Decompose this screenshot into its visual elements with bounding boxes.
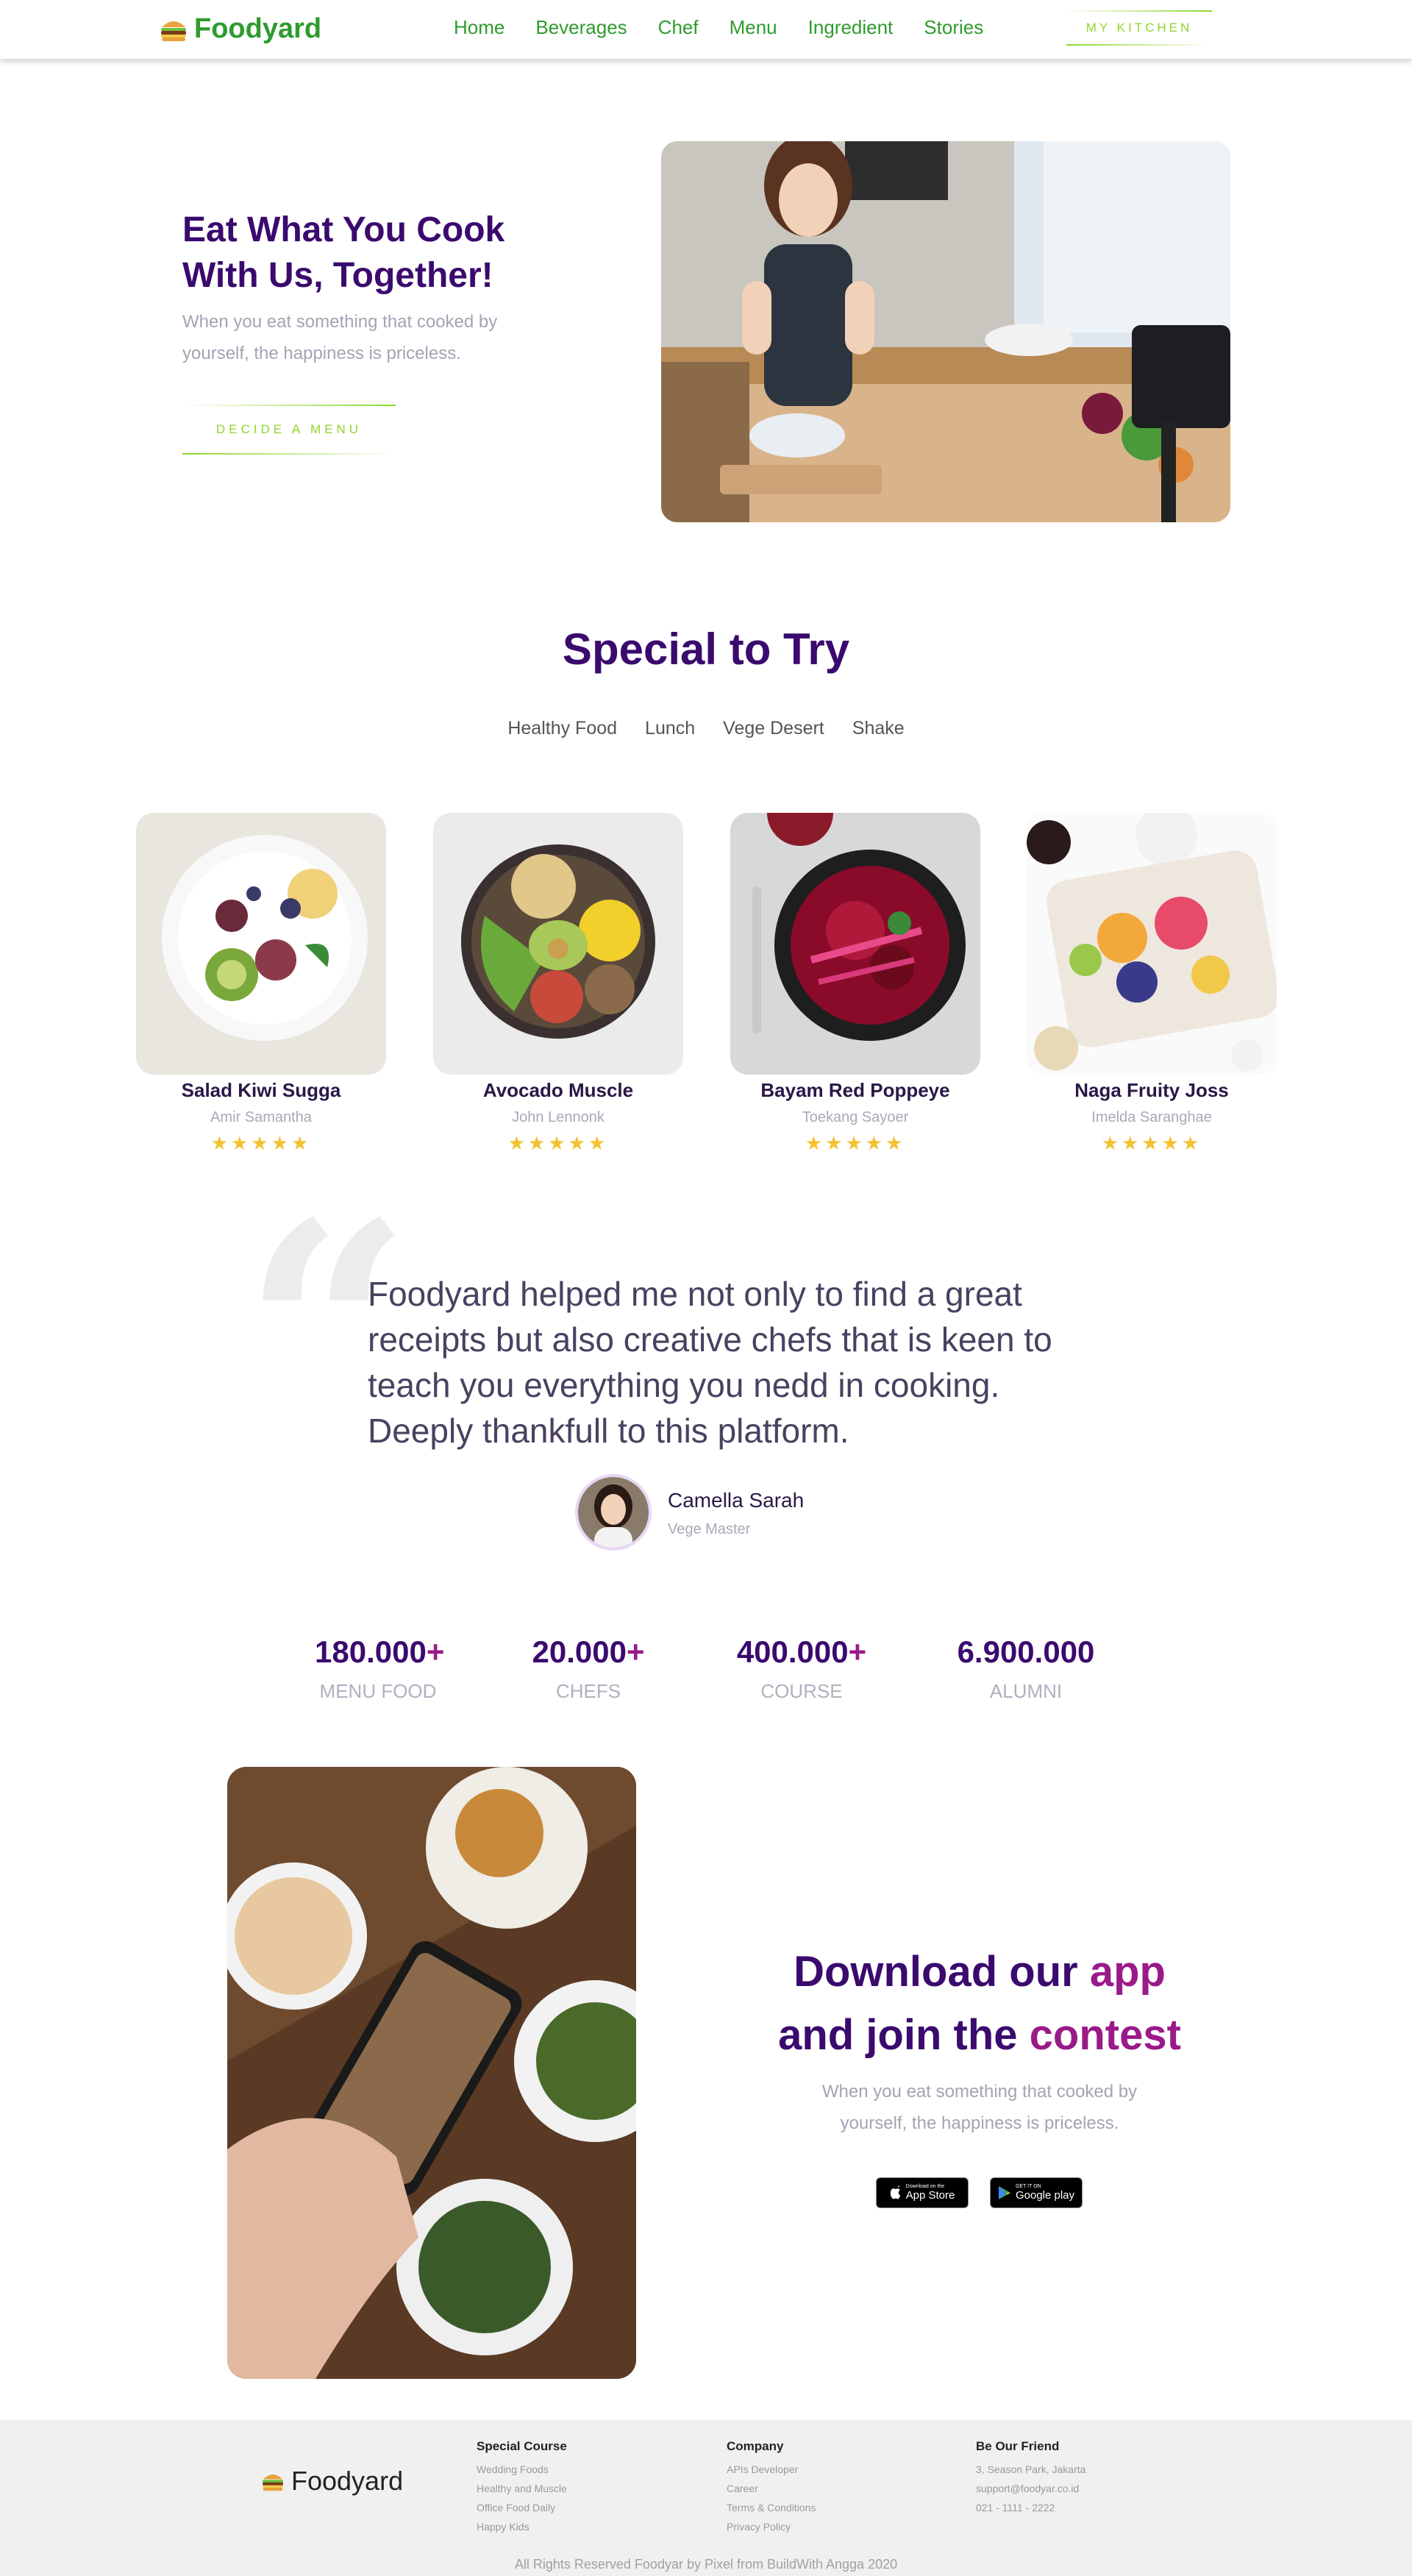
footer-link[interactable]: Happy Kids [477,2517,567,2536]
footer-column-be-our-friend: Be Our Friend 3, Season Park, Jakarta su… [976,2439,1085,2517]
hero-image [661,141,1230,522]
burger-icon [161,21,186,41]
stat-label: ALUMNI [989,1680,1063,1702]
recipe-image [1027,813,1277,1075]
google-play-button[interactable]: GET IT ON Google play [990,2177,1083,2208]
recipe-name: Naga Fruity Joss [1074,1079,1229,1101]
brand-logo[interactable]: Foodyard [159,13,321,45]
recipe-author: Imelda Saranghae [1091,1109,1212,1125]
recipe-author: Toekang Sayoer [802,1109,909,1125]
footer-column-title: Special Course [477,2439,567,2453]
recipe-author: John Lennonk [512,1109,605,1125]
stat-label: MENU FOOD [319,1680,437,1702]
stat-value: 20.000 [532,1634,627,1669]
download-title-accent: contest [1029,2011,1181,2059]
stat-menu-food: 180.000+ MENU FOOD [315,1634,444,1703]
tab-healthy-food[interactable]: Healthy Food [507,718,617,739]
recipe-author: Amir Samantha [210,1109,312,1125]
category-tabs: Healthy Food Lunch Vege Desert Shake [0,718,1412,739]
app-store-button[interactable]: Download on the App Store [876,2177,969,2208]
testimonial-author: Camella Sarah [668,1489,805,1512]
kitchen-scene-illustration [661,141,1230,522]
footer-logo[interactable]: Foodyard [260,2466,403,2497]
tab-shake[interactable]: Shake [852,718,905,739]
stat-label: CHEFS [555,1680,621,1702]
avatar [575,1474,652,1551]
footer: Foodyard Special Course Wedding Foods He… [0,2420,1412,2576]
stat-suffix: + [848,1634,867,1669]
footer-link[interactable]: Office Food Daily [477,2498,567,2517]
hero-subtitle: When you eat something that cooked by yo… [182,312,498,363]
download-title: Download our app and join the contest [735,1940,1224,2067]
google-play-label: Google play [1015,2189,1075,2202]
tab-lunch[interactable]: Lunch [645,718,695,739]
testimonial-quote: Foodyard helped me not only to find a gr… [368,1275,1052,1450]
rating-stars: ★★★★★ [210,1132,312,1154]
nav-home[interactable]: Home [454,16,504,39]
app-store-label: App Store [905,2189,955,2202]
nav-ingredient[interactable]: Ingredient [808,16,894,39]
footer-link[interactable]: Career [727,2479,816,2498]
stat-value: 180.000 [315,1634,427,1669]
download-title-accent: app [1089,1948,1166,1996]
footer-contact: 3, Season Park, Jakarta [976,2463,1086,2475]
recipe-card[interactable]: Avocado Muscle John Lennonk ★★★★★ [433,813,683,1155]
testimonial-role: Vege Master [668,1521,751,1537]
recipe-card[interactable]: Naga Fruity Joss Imelda Saranghae ★★★★★ [1027,813,1277,1155]
stat-course: 400.000+ COURSE [731,1634,872,1703]
brand-name: Foodyard [194,13,322,44]
stat-alumni: 6.900.000 ALUMNI [949,1634,1103,1703]
footer-column-title: Be Our Friend [976,2439,1060,2453]
download-title-part: Download our [794,1948,1090,1996]
stat-value: 6.900.000 [957,1634,1095,1669]
navbar: Foodyard Home Beverages Chef Menu Ingred… [0,0,1412,59]
tab-vege-desert[interactable]: Vege Desert [723,718,824,739]
rating-stars: ★★★★★ [507,1132,609,1154]
nav-stories[interactable]: Stories [924,16,983,39]
recipe-name: Salad Kiwi Sugga [181,1079,341,1101]
burger-icon [263,2474,283,2491]
app-promo-image [227,1767,636,2379]
page: Foodyard Home Beverages Chef Menu Ingred… [0,0,1412,2576]
copyright: All Rights Reserved Foodyar by Pixel fro… [514,2557,898,2572]
apple-icon [890,2185,900,2199]
footer-link[interactable]: Healthy and Muscle [477,2479,567,2498]
footer-column-company: Company APIs Developer Career Terms & Co… [727,2439,816,2536]
footer-link[interactable]: APIs Developer [727,2460,816,2479]
my-kitchen-button[interactable]: MY KITCHEN [1066,10,1212,46]
decide-menu-button[interactable]: DECIDE A MENU [182,405,396,455]
nav-menu[interactable]: Menu [730,16,777,39]
recipe-card[interactable]: Bayam Red Poppeye Toekang Sayoer ★★★★★ [730,813,980,1155]
download-title-part: and join the [778,2011,1030,2059]
stat-chefs: 20.000+ CHEFS [528,1634,649,1703]
hero-title: Eat What You Cook With Us, Together! [182,210,505,295]
nav-chef[interactable]: Chef [658,16,699,39]
rating-stars: ★★★★★ [805,1132,906,1154]
recipe-image [433,813,683,1075]
footer-column-special-course: Special Course Wedding Foods Healthy and… [477,2439,567,2536]
recipe-name: Avocado Muscle [482,1079,634,1101]
stat-value: 400.000 [736,1634,849,1669]
footer-brand-name: Foodyard [291,2466,404,2496]
footer-link[interactable]: Terms & Conditions [727,2498,816,2517]
footer-contact: 021 - 1111 - 2222 [976,2502,1055,2513]
stat-suffix: + [626,1634,645,1669]
special-section-title: Special to Try [562,625,850,674]
footer-column-title: Company [727,2439,784,2453]
footer-link[interactable]: Privacy Policy [727,2517,816,2536]
download-subtitle: When you eat something that cooked by yo… [821,2082,1138,2133]
recipe-name: Bayam Red Poppeye [760,1079,950,1101]
footer-contact[interactable]: support@foodyar.co.id [976,2479,1085,2498]
recipe-card[interactable]: Salad Kiwi Sugga Amir Samantha ★★★★★ [136,813,386,1155]
recipe-image [730,813,980,1075]
stat-suffix: + [426,1634,445,1669]
google-play-icon [998,2186,1010,2199]
nav-beverages[interactable]: Beverages [535,16,627,39]
recipe-image [136,813,386,1075]
stat-label: COURSE [760,1680,843,1702]
footer-link[interactable]: Wedding Foods [477,2460,567,2479]
main-nav: Home Beverages Chef Menu Ingredient Stor… [454,16,1014,39]
rating-stars: ★★★★★ [1101,1132,1202,1154]
